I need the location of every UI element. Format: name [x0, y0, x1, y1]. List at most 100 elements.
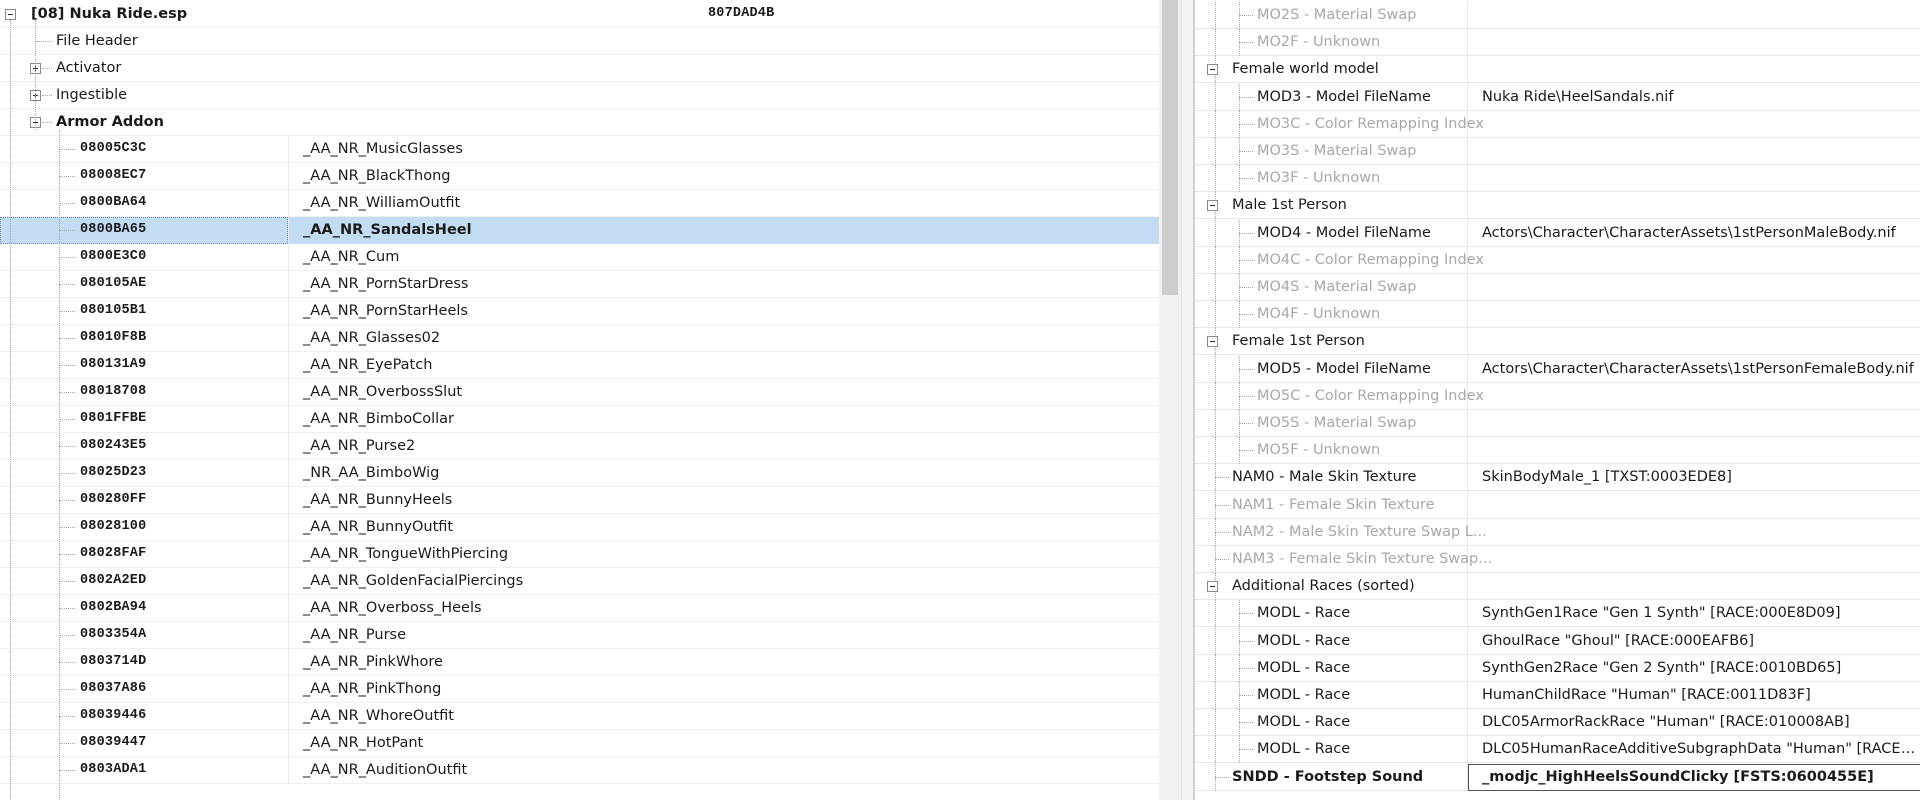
table-row[interactable]: 08028FAF _AA_NR_TongueWithPiercing — [0, 541, 1159, 568]
tree-scrollbar[interactable] — [1159, 0, 1181, 800]
file-header-node[interactable]: File Header — [0, 28, 1159, 55]
table-row[interactable]: 08008EC7 _AA_NR_BlackThong — [0, 163, 1159, 190]
table-row[interactable]: 0802A2ED _AA_NR_GoldenFacialPiercings — [0, 568, 1159, 595]
field-value-cell[interactable] — [1468, 437, 1920, 464]
table-row[interactable]: 080280FF _AA_NR_BunnyHeels — [0, 487, 1159, 514]
table-row[interactable]: 08039447 _AA_NR_HotPant — [0, 730, 1159, 757]
table-row[interactable]: 0802BA94 _AA_NR_Overboss_Heels — [0, 595, 1159, 622]
table-row[interactable]: 08005C3C _AA_NR_MusicGlasses — [0, 136, 1159, 163]
field-value-cell[interactable] — [1468, 2, 1920, 29]
field-value-cell[interactable] — [1468, 274, 1920, 301]
group-node[interactable]: Activator — [0, 55, 1159, 82]
field-row[interactable]: MO3C - Color Remapping Index — [1195, 110, 1920, 138]
field-row[interactable]: MO5F - Unknown — [1195, 437, 1920, 465]
field-row[interactable]: MODL - Race SynthGen2Race "Gen 2 Synth" [… — [1195, 654, 1920, 682]
field-value-cell[interactable]: Nuka Ride\HeelSandals.nif — [1468, 84, 1920, 111]
field-value-cell[interactable] — [1468, 138, 1920, 165]
field-value-cell[interactable] — [1468, 383, 1920, 410]
collapse-icon[interactable] — [1207, 200, 1218, 212]
field-value: DLC05HumanRaceAdditiveSubgraphData "Huma… — [1482, 741, 1918, 758]
field-value-cell[interactable]: DLC05ArmorRackRace "Human" [RACE:010008A… — [1468, 709, 1920, 736]
table-row[interactable]: 08037A86 _AA_NR_PinkThong — [0, 676, 1159, 703]
field-row[interactable]: MO5S - Material Swap — [1195, 410, 1920, 437]
table-row[interactable]: 080105B1 _AA_NR_PornStarHeels — [0, 298, 1159, 325]
editorid-cell: _AA_NR_OverbossSlut — [288, 379, 1159, 406]
group-node[interactable]: Ingestible — [0, 82, 1159, 109]
field-value-cell[interactable] — [1468, 111, 1920, 138]
table-row[interactable]: 08028100 _AA_NR_BunnyOutfit — [0, 514, 1159, 541]
table-row[interactable]: 0801FFBE _AA_NR_BimboCollar — [0, 406, 1159, 433]
group-row[interactable]: Female 1st Person — [1195, 328, 1920, 356]
field-row[interactable]: MO2S - Material Swap — [1195, 2, 1920, 29]
field-row[interactable]: MO5C - Color Remapping Index — [1195, 382, 1920, 410]
record-view[interactable]: MO2S - Material Swap MO2F - Unknown Female… — [1194, 0, 1920, 800]
field-value-cell[interactable] — [1468, 192, 1920, 219]
table-row[interactable]: 0803714D _AA_NR_PinkWhore — [0, 649, 1159, 676]
field-row[interactable]: MO4C - Color Remapping Index — [1195, 246, 1920, 274]
table-row[interactable]: 080131A9 _AA_NR_EyePatch — [0, 352, 1159, 379]
field-value-cell[interactable]: SynthGen2Race "Gen 2 Synth" [RACE:0010BD… — [1468, 655, 1920, 682]
field-value-cell[interactable]: HumanChildRace "Human" [RACE:0011D83F] — [1468, 682, 1920, 709]
table-row[interactable]: 0803354A _AA_NR_Purse — [0, 622, 1159, 649]
field-value-cell[interactable]: SkinBodyMale_1 [TXST:0003EDE8] — [1468, 464, 1920, 491]
field-value-cell[interactable] — [1468, 301, 1920, 328]
plugin-node[interactable]: [08] Nuka Ride.esp 807DAD4B — [0, 1, 1159, 28]
field-value-cell[interactable] — [1468, 56, 1920, 83]
table-row[interactable]: 0800E3C0 _AA_NR_Cum — [0, 244, 1159, 271]
pane-splitter[interactable] — [1181, 0, 1194, 800]
field-row[interactable]: SNDD - Footstep Sound _modjc_HighHeelsSou… — [1195, 763, 1920, 791]
record-editor-id: _AA_NR_EyePatch — [303, 357, 433, 373]
collapse-icon[interactable] — [1207, 64, 1218, 76]
collapse-icon[interactable] — [5, 9, 16, 20]
collapse-icon[interactable] — [1207, 581, 1218, 593]
group-row[interactable]: Female world model — [1195, 56, 1920, 84]
collapse-icon[interactable] — [1207, 336, 1218, 348]
field-row[interactable]: NAM1 - Female Skin Texture — [1195, 491, 1920, 519]
field-row[interactable]: MO4F - Unknown — [1195, 301, 1920, 329]
field-value-cell[interactable]: DLC05HumanRaceAdditiveSubgraphData "Huma… — [1468, 736, 1920, 763]
field-value-cell[interactable]: Actors\Character\CharacterAssets\1stPers… — [1468, 220, 1920, 247]
record-tree[interactable]: [08] Nuka Ride.esp 807DAD4B File Header Act… — [0, 0, 1159, 800]
table-row[interactable]: 080243E5 _AA_NR_Purse2 — [0, 433, 1159, 460]
field-value-cell[interactable] — [1468, 328, 1920, 355]
group-node[interactable]: Armor Addon — [0, 109, 1159, 136]
table-row[interactable]: 0803ADA1 _AA_NR_AuditionOutfit — [0, 757, 1159, 784]
field-row[interactable]: MODL - Race GhoulRace "Ghoul" [RACE:000EA… — [1195, 627, 1920, 655]
field-value-cell[interactable]: _modjc_HighHeelsSoundClicky [FSTS:060045… — [1468, 763, 1920, 791]
field-value-cell[interactable] — [1468, 29, 1920, 56]
table-row[interactable]: 08010F8B _AA_NR_Glasses02 — [0, 325, 1159, 352]
field-row[interactable]: MODL - Race DLC05ArmorRackRace "Human" [R… — [1195, 709, 1920, 737]
field-row[interactable]: NAM3 - Female Skin Texture Swap... — [1195, 546, 1920, 573]
field-value-cell[interactable] — [1468, 165, 1920, 192]
table-row[interactable]: 08039446 _AA_NR_WhoreOutfit — [0, 703, 1159, 730]
field-row[interactable]: MOD4 - Model FileName Actors\Character\Ch… — [1195, 219, 1920, 247]
field-value-cell[interactable]: Actors\Character\CharacterAssets\1stPers… — [1468, 356, 1920, 383]
table-row[interactable]: 0800BA64 _AA_NR_WilliamOutfit — [0, 190, 1159, 217]
field-value-cell[interactable] — [1468, 519, 1920, 546]
field-row[interactable]: MODL - Race DLC05HumanRaceAdditiveSubgrap… — [1195, 736, 1920, 764]
table-row[interactable]: 08025D23 _NR_AA_BimboWig — [0, 460, 1159, 487]
field-value-cell[interactable]: SynthGen1Race "Gen 1 Synth" [RACE:000E8D… — [1468, 600, 1920, 627]
field-value-cell[interactable] — [1468, 573, 1920, 600]
field-row[interactable]: NAM2 - Male Skin Texture Swap L... — [1195, 518, 1920, 546]
field-value-cell[interactable] — [1468, 492, 1920, 519]
field-row[interactable]: MO4S - Material Swap — [1195, 274, 1920, 301]
table-row[interactable]: 0800BA65 _AA_NR_SandalsHeel — [0, 217, 1159, 244]
field-row[interactable]: MO3S - Material Swap — [1195, 138, 1920, 165]
field-row[interactable]: MODL - Race HumanChildRace "Human" [RACE:… — [1195, 682, 1920, 709]
field-value-cell[interactable] — [1468, 410, 1920, 437]
tree-scrollbar-thumb[interactable] — [1162, 0, 1178, 295]
table-row[interactable]: 08018708 _AA_NR_OverbossSlut — [0, 379, 1159, 406]
field-value-cell[interactable]: GhoulRace "Ghoul" [RACE:000EAFB6] — [1468, 628, 1920, 655]
field-row[interactable]: MODL - Race SynthGen1Race "Gen 1 Synth" [… — [1195, 600, 1920, 628]
field-row[interactable]: NAM0 - Male Skin Texture SkinBodyMale_1 [… — [1195, 464, 1920, 492]
field-value-cell[interactable] — [1468, 247, 1920, 274]
field-row[interactable]: MOD3 - Model FileName Nuka Ride\HeelSanda… — [1195, 83, 1920, 111]
field-row[interactable]: MOD5 - Model FileName Actors\Character\Ch… — [1195, 355, 1920, 383]
group-row[interactable]: Male 1st Person — [1195, 192, 1920, 220]
group-row[interactable]: Additional Races (sorted) — [1195, 573, 1920, 601]
field-value-cell[interactable] — [1468, 546, 1920, 573]
table-row[interactable]: 080105AE _AA_NR_PornStarDress — [0, 271, 1159, 298]
field-row[interactable]: MO3F - Unknown — [1195, 165, 1920, 193]
field-row[interactable]: MO2F - Unknown — [1195, 29, 1920, 57]
